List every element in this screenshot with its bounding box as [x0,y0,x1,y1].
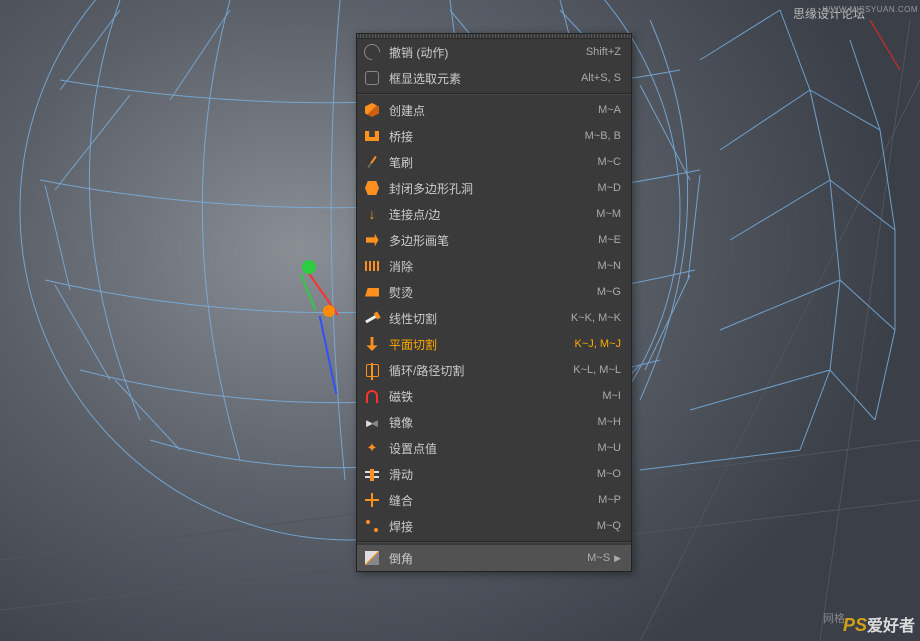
menu-item-label: 缝合 [389,492,598,509]
menu-item-spin-edge[interactable]: 缝合M~P [357,487,631,513]
plane-icon [363,335,381,353]
menu-item-shortcut: M~A [598,104,621,116]
menu-item-label: 焊接 [389,518,597,535]
menu-item-line-cut[interactable]: 线性切割K~K, M~K [357,305,631,331]
menu-item-brush[interactable]: 笔刷M~C [357,149,631,175]
watermark-bottom-text: 网格 [823,610,845,626]
menu-item-label: 磁铁 [389,388,602,405]
watermark-logo: PS爱好者 [843,612,915,636]
menu-item-iron[interactable]: 熨烫M~G [357,279,631,305]
bridge-icon [363,127,381,145]
menu-item-bridge[interactable]: 桥接M~B, B [357,123,631,149]
menu-item-label: 消除 [389,258,597,275]
setpoint-icon [363,439,381,457]
brush-icon [363,153,381,171]
menu-item-mirror[interactable]: 镜像M~H [357,409,631,435]
watermark-logo-ps: PS [843,615,867,635]
menu-item-shortcut: M~N [597,260,621,272]
knife-icon [363,309,381,327]
menu-item-shortcut: M~H [597,416,621,428]
dissolve-icon [363,257,381,275]
menu-item-label: 熨烫 [389,284,597,301]
cube-icon [363,101,381,119]
menu-item-set-point-value[interactable]: 设置点值M~U [357,435,631,461]
menu-item-shortcut: M~O [597,468,621,480]
chevron-right-icon: ▶ [614,553,621,564]
menu-item-label: 连接点/边 [389,206,596,223]
gizmo-center[interactable] [323,305,335,317]
menu-item-label: 框显选取元素 [389,70,581,87]
menu-item-shortcut: K~K, M~K [571,312,621,324]
menu-item-label: 滑动 [389,466,597,483]
menu-item-shortcut: M~M [596,208,621,220]
menu-item-label: 撤销 (动作) [389,44,586,61]
menu-item-label: 倒角 [389,550,587,567]
magnet-icon [363,387,381,405]
menu-separator [357,93,631,95]
menu-item-shortcut: K~L, M~L [573,364,621,376]
mirror-icon [363,413,381,431]
menu-item-label: 笔刷 [389,154,597,171]
watermark-site-url: WWW.MISSYUAN.COM [823,5,918,14]
undo-icon [363,43,381,61]
slide-icon [363,465,381,483]
weld-icon [363,517,381,535]
menu-item-polygon-pen[interactable]: 多边形画笔M~E [357,227,631,253]
spin-icon [363,491,381,509]
menu-item-frame-selected[interactable]: 框显选取元素Alt+S, S [357,65,631,91]
iron-icon [363,283,381,301]
polypen-icon [363,231,381,249]
menu-separator [357,541,631,543]
bevel-icon [363,549,381,567]
menu-item-weld[interactable]: 焊接M~Q [357,513,631,539]
menu-item-shortcut: M~U [597,442,621,454]
menu-item-label: 桥接 [389,128,585,145]
menu-item-close-polygon-hole[interactable]: 封闭多边形孔洞M~D [357,175,631,201]
menu-item-shortcut: M~B, B [585,130,621,142]
menu-item-undo-action[interactable]: 撤销 (动作)Shift+Z [357,39,631,65]
connect-icon [363,205,381,223]
context-menu[interactable]: 撤销 (动作)Shift+Z框显选取元素Alt+S, S创建点M~A桥接M~B,… [356,33,632,572]
menu-item-shortcut: M~G [597,286,621,298]
menu-item-label: 多边形画笔 [389,232,598,249]
menu-item-shortcut: Shift+Z [586,46,621,58]
frame-icon [363,69,381,87]
menu-item-shortcut: K~J, M~J [575,338,621,350]
menu-item-shortcut: Alt+S, S [581,72,621,84]
gizmo-axis-z[interactable] [319,316,338,395]
watermark-logo-text: 爱好者 [867,618,915,635]
menu-item-shortcut: M~P [598,494,621,506]
menu-item-shortcut: M~D [597,182,621,194]
menu-item-loop-path-cut[interactable]: 循环/路径切割K~L, M~L [357,357,631,383]
loop-icon [363,361,381,379]
menu-item-shortcut: M~E [598,234,621,246]
menu-item-label: 设置点值 [389,440,597,457]
menu-item-shortcut: M~Q [597,520,621,532]
menu-item-label: 镜像 [389,414,597,431]
menu-item-slide[interactable]: 滑动M~O [357,461,631,487]
menu-item-bevel[interactable]: 倒角M~S ▶ [357,545,631,571]
menu-item-magnet[interactable]: 磁铁M~I [357,383,631,409]
menu-item-plane-cut[interactable]: 平面切割K~J, M~J [357,331,631,357]
menu-item-connect-points-edges[interactable]: 连接点/边M~M [357,201,631,227]
menu-item-create-point[interactable]: 创建点M~A [357,97,631,123]
menu-item-label: 封闭多边形孔洞 [389,180,597,197]
menu-item-label: 平面切割 [389,336,575,353]
menu-item-label: 循环/路径切割 [389,362,573,379]
gizmo-handle-y[interactable] [302,260,316,274]
menu-item-label: 线性切割 [389,310,571,327]
close-icon [363,179,381,197]
menu-item-shortcut: M~C [597,156,621,168]
menu-item-shortcut: M~I [602,390,621,402]
menu-item-shortcut: M~S [587,552,610,564]
menu-item-label: 创建点 [389,102,598,119]
menu-item-dissolve[interactable]: 消除M~N [357,253,631,279]
